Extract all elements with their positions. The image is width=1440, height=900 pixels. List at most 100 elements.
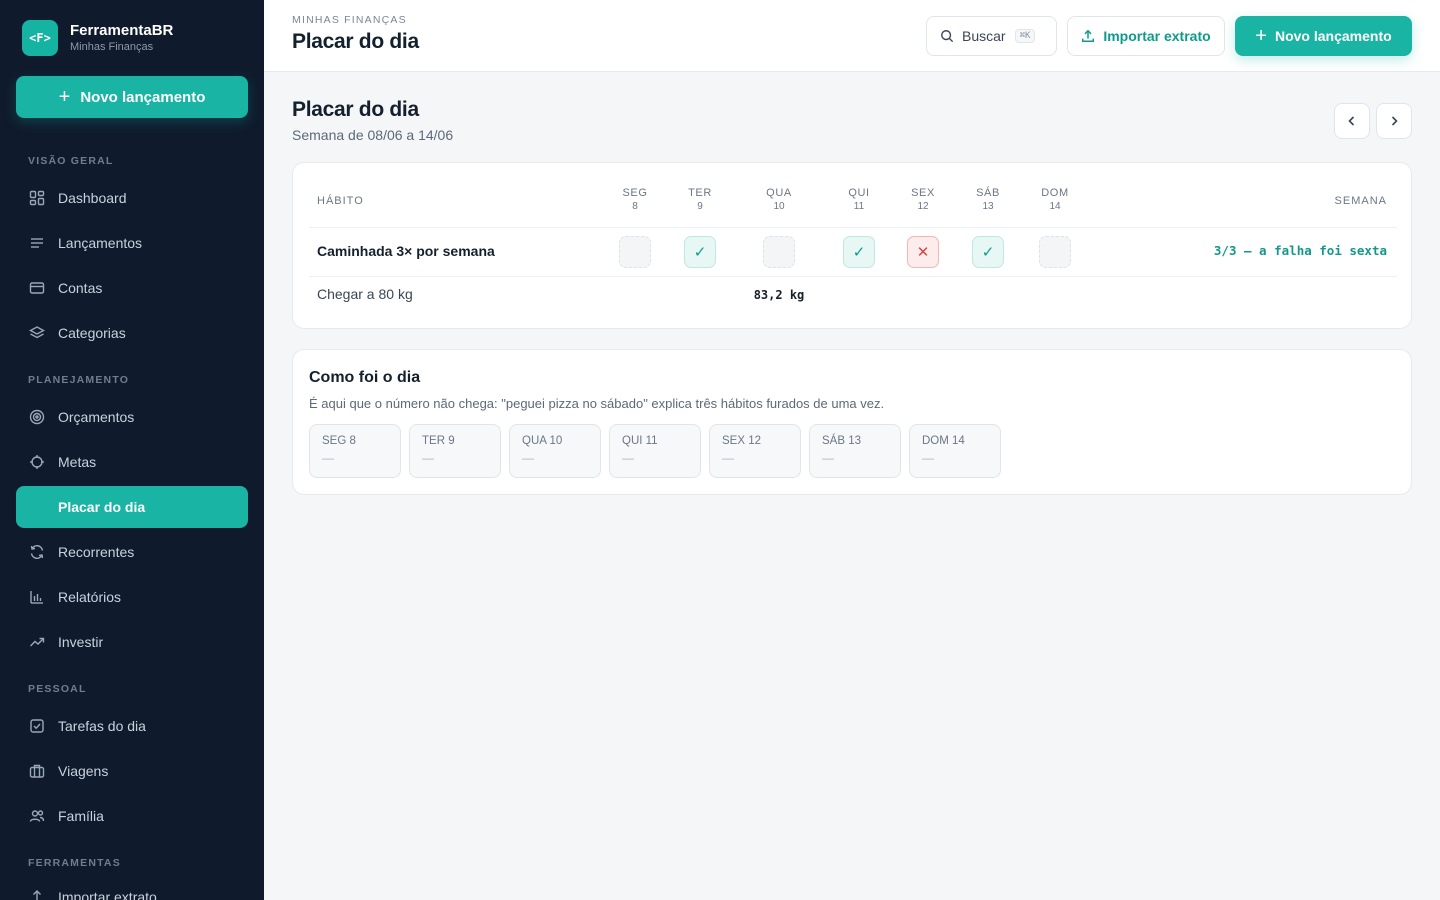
sidebar-item-placar-do-dia[interactable]: Placar do dia — [16, 486, 248, 528]
day-header-dom: DOM 14 — [1025, 187, 1085, 212]
goal-value: 83,2 kg — [753, 288, 805, 302]
next-week-button[interactable] — [1376, 103, 1412, 139]
sidebar-item-label: Relatórios — [58, 589, 122, 605]
day-note-value: — — [522, 451, 534, 465]
day-note-box[interactable]: SEX 12 — — [709, 424, 801, 478]
page-title: Placar do dia — [292, 98, 419, 121]
sidebar-item-dashboard[interactable]: Dashboard — [16, 177, 248, 219]
day-note-box[interactable]: QUA 10 — — [509, 424, 601, 478]
sidebar-item-familia[interactable]: Família — [16, 795, 248, 837]
section-label-planning: PLANEJAMENTO — [28, 374, 130, 386]
habit-day-cell[interactable] — [763, 236, 795, 268]
sidebar-item-label: Orçamentos — [58, 409, 135, 425]
target-icon — [28, 408, 46, 426]
users-icon — [28, 807, 46, 825]
sidebar-item-investir[interactable]: Investir — [16, 621, 248, 663]
brand-subtitle: Minhas Finanças — [70, 41, 154, 53]
search-button[interactable]: Buscar ⌘K — [926, 16, 1057, 56]
day-name: QUA — [766, 187, 792, 199]
sidebar-item-lancamentos[interactable]: Lançamentos — [16, 222, 248, 264]
sidebar-item-categorias[interactable]: Categorias — [16, 312, 248, 354]
day-notes-title: Como foi o dia — [309, 369, 421, 386]
sidebar-item-recorrentes[interactable]: Recorrentes — [16, 531, 248, 573]
day-note-value: — — [922, 451, 934, 465]
new-entry-label: Novo lançamento — [1274, 28, 1392, 44]
search-icon — [940, 29, 954, 43]
habit-day-cell[interactable]: ✕ — [907, 236, 939, 268]
day-note-label: DOM 14 — [922, 435, 965, 447]
page-subtitle: Semana de 08/06 a 14/06 — [292, 127, 454, 143]
upload-icon — [1081, 29, 1095, 43]
sidebar-item-label: Placar do dia — [58, 499, 146, 515]
search-label: Buscar — [962, 28, 1006, 44]
search-shortcut: ⌘K — [1014, 29, 1036, 43]
section-label-tools: FERRAMENTAS — [28, 857, 121, 869]
day-note-box[interactable]: SEG 8 — — [309, 424, 401, 478]
habit-name: Caminhada 3× por semana — [317, 243, 495, 259]
day-note-box[interactable]: SÁB 13 — — [809, 424, 901, 478]
day-note-box[interactable]: QUI 11 — — [609, 424, 701, 478]
sidebar-item-importar-extrato[interactable]: Importar extrato — [16, 876, 248, 900]
habit-day-cell[interactable]: ✓ — [684, 236, 716, 268]
day-number: 8 — [632, 201, 638, 212]
sidebar-new-entry-label: Novo lançamento — [80, 88, 206, 106]
habit-column-header: HÁBITO — [317, 195, 364, 207]
briefcase-icon — [28, 762, 46, 780]
close-icon: ✕ — [916, 244, 930, 261]
check-icon: ✓ — [693, 244, 707, 261]
scoreboard-icon — [28, 498, 46, 516]
check-square-icon — [28, 717, 46, 735]
brand[interactable]: <F> FerramentaBR Minhas Finanças — [22, 20, 173, 56]
brand-name: FerramentaBR — [70, 22, 174, 39]
day-note-value: — — [822, 451, 834, 465]
day-note-box[interactable]: TER 9 — — [409, 424, 501, 478]
sidebar-item-label: Metas — [58, 454, 97, 470]
import-statement-button[interactable]: Importar extrato — [1067, 16, 1225, 56]
section-label-personal: PESSOAL — [28, 683, 87, 695]
section-label-overview: VISÃO GERAL — [28, 155, 114, 167]
sidebar-item-contas[interactable]: Contas — [16, 267, 248, 309]
sidebar-item-label: Categorias — [58, 325, 126, 341]
habit-day-cell[interactable]: ✓ — [972, 236, 1004, 268]
sidebar-item-label: Importar extrato — [58, 889, 157, 900]
day-name: QUI — [848, 187, 870, 199]
top-bar-title: Placar do dia — [292, 30, 419, 53]
layers-icon — [28, 324, 46, 342]
grid-icon — [28, 189, 46, 207]
day-note-label: QUA 10 — [522, 435, 563, 447]
new-entry-button[interactable]: + Novo lançamento — [1235, 16, 1412, 56]
day-note-value: — — [322, 451, 334, 465]
sidebar-item-orcamentos[interactable]: Orçamentos — [16, 396, 248, 438]
habit-day-cell[interactable] — [619, 236, 651, 268]
day-note-box[interactable]: DOM 14 — — [909, 424, 1001, 478]
upload-icon — [28, 888, 46, 900]
day-header-qua: QUA 10 — [749, 187, 809, 212]
header-divider — [309, 227, 1397, 228]
top-bar: MINHAS FINANÇAS Placar do dia Buscar ⌘K … — [264, 0, 1440, 72]
goal-name: Chegar a 80 kg — [317, 286, 413, 302]
sidebar-item-tarefas-do-dia[interactable]: Tarefas do dia — [16, 705, 248, 747]
sidebar-item-label: Tarefas do dia — [58, 718, 146, 734]
day-number: 12 — [917, 201, 929, 212]
sidebar: <F> FerramentaBR Minhas Finanças + Novo … — [0, 0, 264, 900]
sidebar-item-relatorios[interactable]: Relatórios — [16, 576, 248, 618]
sidebar-item-viagens[interactable]: Viagens — [16, 750, 248, 792]
day-name: SÁB — [976, 187, 1000, 199]
row-divider — [309, 276, 1397, 277]
day-header-qui: QUI 11 — [829, 187, 889, 212]
day-note-value: — — [722, 451, 734, 465]
sidebar-item-label: Contas — [58, 280, 103, 296]
habit-day-cell[interactable]: ✓ — [843, 236, 875, 268]
day-note-value: — — [622, 451, 634, 465]
plus-icon: + — [58, 86, 71, 108]
sidebar-item-metas[interactable]: Metas — [16, 441, 248, 483]
week-column-header: SEMANA — [1334, 195, 1387, 207]
previous-week-button[interactable] — [1334, 103, 1370, 139]
day-name: SEX — [911, 187, 935, 199]
day-header-sex: SEX 12 — [893, 187, 953, 212]
habit-day-cell[interactable] — [1039, 236, 1071, 268]
chevron-left-icon — [1346, 115, 1358, 127]
day-header-ter: TER 9 — [670, 187, 730, 212]
sidebar-item-label: Viagens — [58, 763, 109, 779]
sidebar-new-entry-button[interactable]: + Novo lançamento — [16, 76, 248, 118]
